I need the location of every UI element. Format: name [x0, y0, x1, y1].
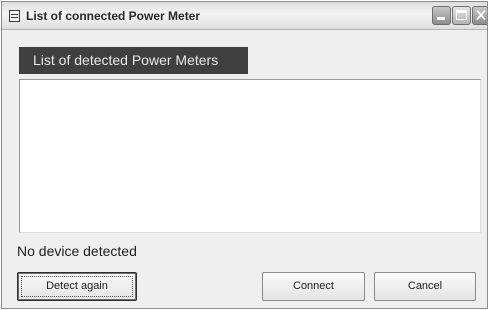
device-list[interactable]: [19, 79, 481, 233]
detect-again-button[interactable]: Detect again: [17, 272, 137, 301]
window-title: List of connected Power Meter: [26, 9, 201, 23]
power-meter-dialog: List of connected Power Meter List of de…: [1, 1, 488, 309]
status-message: No device detected: [17, 243, 137, 259]
title-bar[interactable]: List of connected Power Meter: [2, 2, 487, 30]
minimize-button[interactable]: [432, 6, 451, 25]
maximize-button[interactable]: [452, 6, 471, 25]
connect-button[interactable]: Connect: [262, 272, 365, 301]
close-icon: [476, 9, 486, 21]
cancel-button[interactable]: Cancel: [374, 272, 476, 301]
maximize-icon: [456, 10, 467, 20]
app-icon[interactable]: [9, 10, 20, 22]
close-button[interactable]: [472, 6, 487, 25]
focus-ring: [21, 276, 133, 297]
detected-meters-header: List of detected Power Meters: [19, 47, 248, 74]
minimize-icon: [437, 17, 445, 20]
